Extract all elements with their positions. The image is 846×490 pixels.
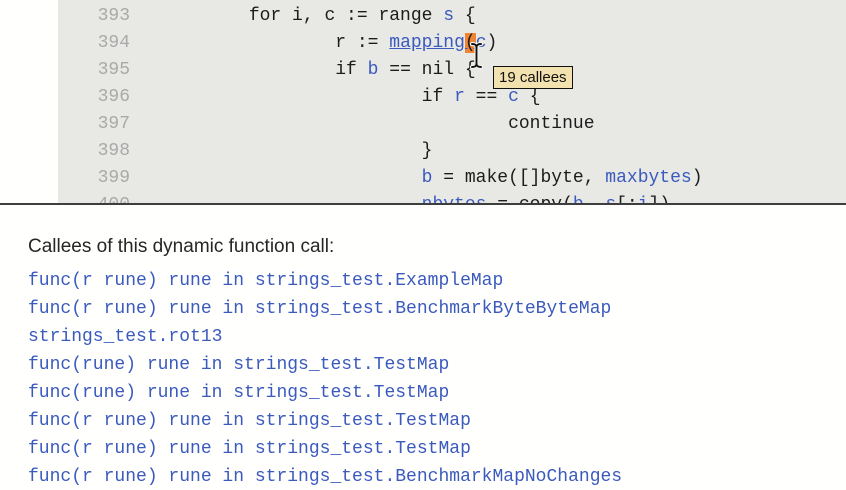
code-line-399: 399 b = make([]byte, maxbytes) [76, 165, 846, 192]
identifier-link[interactable]: b [573, 195, 584, 203]
line-number: 397 [76, 114, 130, 134]
code-surface: 393 for i, c := range s { 394 r := mappi… [58, 0, 846, 203]
code-line-397: 397 continue [76, 111, 846, 138]
code-text: for i, c := range [249, 6, 443, 26]
code-line-394: 394 r := mapping(c) [76, 30, 846, 57]
callee-link[interactable]: func(r rune) rune in strings_test.Benchm… [28, 295, 846, 323]
line-number: 399 [76, 168, 130, 188]
source-code: 393 for i, c := range s { 394 r := mappi… [58, 0, 846, 203]
callees-tooltip: 19 callees [493, 66, 573, 89]
line-number: 393 [76, 6, 130, 26]
code-text: ) [487, 33, 498, 53]
text-cursor-icon [469, 42, 487, 69]
code-text: == [465, 87, 508, 107]
callee-link[interactable]: func(rune) rune in strings_test.TestMap [28, 379, 846, 407]
code-line-395: 395 if b == nil { [76, 57, 846, 84]
code-text: { [519, 87, 541, 107]
code-line-393: 393 for i, c := range s { [76, 3, 846, 30]
identifier-link[interactable]: i [638, 195, 649, 203]
callees-heading: Callees of this dynamic function call: [28, 236, 846, 258]
godoc-analysis-screen: 393 for i, c := range s { 394 r := mappi… [0, 0, 846, 490]
code-text: [: [616, 195, 638, 203]
code-text: ]) [649, 195, 671, 203]
identifier-link[interactable]: c [508, 87, 519, 107]
code-text: } [422, 141, 433, 161]
code-line-400: 400 nbytes = copy(b, s[:i]) [76, 192, 846, 203]
callee-link[interactable]: func(r rune) rune in strings_test.TestMa… [28, 407, 846, 435]
line-number: 398 [76, 141, 130, 161]
code-text: r := [335, 33, 389, 53]
code-text: if [422, 87, 454, 107]
identifier-link[interactable]: nbytes [422, 195, 487, 203]
code-text: == nil { [378, 60, 475, 80]
code-line-398: 398 } [76, 138, 846, 165]
identifier-link[interactable]: maxbytes [605, 168, 691, 188]
line-number: 394 [76, 33, 130, 53]
code-text: if [335, 60, 367, 80]
analysis-results-pane: Callees of this dynamic function call: f… [0, 205, 846, 490]
identifier-link[interactable]: b [422, 168, 433, 188]
callee-list: func(r rune) rune in strings_test.Exampl… [28, 267, 846, 490]
callee-link[interactable]: strings_test.rot13 [28, 323, 846, 351]
source-code-pane: 393 for i, c := range s { 394 r := mappi… [0, 0, 846, 203]
identifier-link[interactable]: s [605, 195, 616, 203]
line-number: 396 [76, 87, 130, 107]
code-text: ) [692, 168, 703, 188]
line-number: 400 [76, 195, 130, 203]
callee-function-link[interactable]: mapping [389, 33, 465, 53]
code-line-396: 396 if r == c { [76, 84, 846, 111]
identifier-link[interactable]: b [368, 60, 379, 80]
identifier-link[interactable]: s [443, 6, 454, 26]
callee-link[interactable]: func(r rune) rune in strings_test.Benchm… [28, 463, 846, 490]
callee-link[interactable]: func(rune) rune in strings_test.TestMap [28, 351, 846, 379]
code-text: { [454, 6, 476, 26]
code-text: continue [508, 114, 594, 134]
callee-link[interactable]: func(r rune) rune in strings_test.TestMa… [28, 435, 846, 463]
identifier-link[interactable]: r [454, 87, 465, 107]
code-text: = copy( [486, 195, 572, 203]
code-text: , [584, 195, 606, 203]
callee-link[interactable]: func(r rune) rune in strings_test.Exampl… [28, 267, 846, 295]
line-number: 395 [76, 60, 130, 80]
code-text: = make([]byte, [432, 168, 605, 188]
